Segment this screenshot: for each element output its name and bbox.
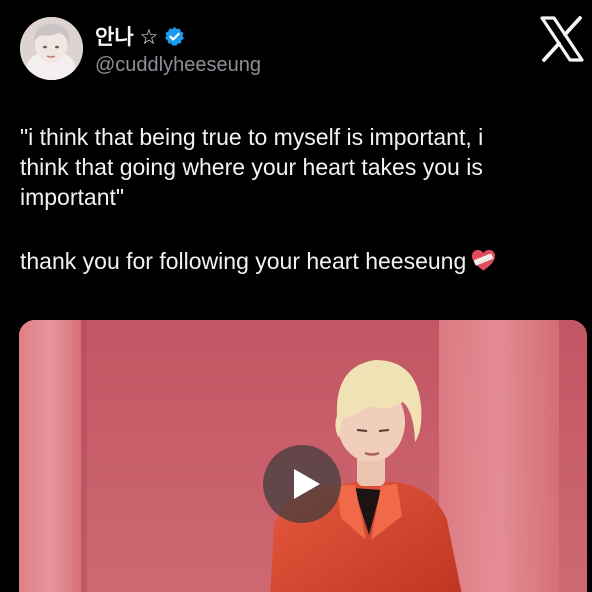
avatar-image: [20, 17, 83, 80]
paragraph-break: [20, 212, 580, 246]
video-player[interactable]: [19, 320, 587, 592]
tweet-text: "i think that being true to myself is im…: [20, 122, 580, 276]
display-name[interactable]: 안나 ☆: [95, 21, 185, 51]
x-logo-icon[interactable]: [538, 16, 586, 62]
user-handle[interactable]: @cuddlyheeseung: [95, 54, 261, 77]
tweet-line: think that going where your heart takes …: [20, 154, 483, 180]
avatar[interactable]: [20, 17, 83, 80]
tweet-line: important": [20, 184, 125, 210]
verified-badge-icon: [165, 26, 185, 46]
tweet-closing-text: thank you for following your heart heese…: [20, 248, 467, 274]
tweet-closing-line: thank you for following your heart heese…: [20, 246, 580, 276]
tweet-card: 안나 ☆ @cuddlyheeseung "i think that being…: [0, 0, 592, 592]
play-icon: [294, 469, 320, 499]
mending-heart-icon: [472, 249, 496, 271]
play-button[interactable]: [263, 445, 341, 523]
display-name-text: 안나 ☆: [95, 26, 159, 49]
tweet-line: "i think that being true to myself is im…: [20, 124, 484, 150]
